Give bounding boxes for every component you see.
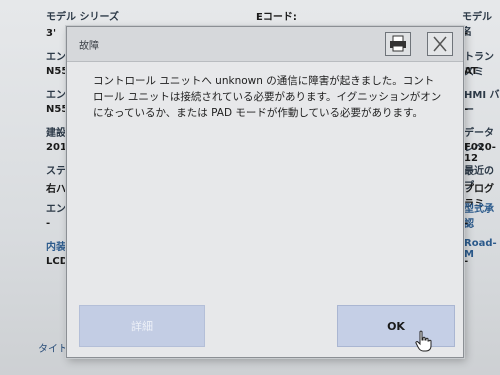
dialog-title: 故障 [79,41,99,52]
right-value-0: - [464,28,469,39]
right-label-6: Road-M [464,238,497,260]
right-label-5: 型式承認 [464,204,494,230]
left-value-5: - [46,218,51,229]
right-label-2: HMI バー [464,90,500,116]
left-value-1: N55 [46,66,69,77]
dialog-message: コントロール ユニットへ unknown の通信に障害が起きました。コントロール… [93,75,442,119]
ok-button[interactable]: OK [337,305,455,347]
left-value-0: 3' [46,28,57,39]
model-series-label: モデル シリーズ [46,12,119,23]
close-button[interactable] [427,32,453,56]
print-button[interactable] [385,32,411,56]
dialog-header: 故障 [67,27,463,62]
right-value-2: - [464,104,469,115]
printer-icon [390,35,406,52]
hand-pointer-icon [415,330,432,352]
ecode-label: Eコード: [256,12,297,23]
right-value-3: F020-12 [464,142,496,164]
right-value-6: - [464,256,469,267]
right-value-1: AT [464,66,478,77]
fault-dialog: 故障 コントロール ユニットへ unknown の通信に障害が起きました。コント… [66,26,464,358]
right-value-5: - [464,218,469,229]
details-button[interactable]: 詳細 [79,305,205,347]
close-icon [433,36,447,52]
